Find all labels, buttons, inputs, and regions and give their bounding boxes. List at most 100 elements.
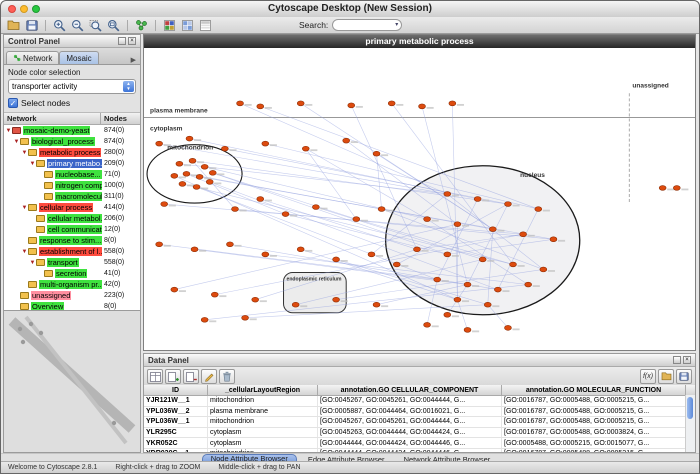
tab-network[interactable]: Network <box>6 51 59 64</box>
network-node[interactable] <box>183 171 190 176</box>
network-node[interactable] <box>302 146 309 151</box>
tree-item[interactable]: ▼cell communicat...12(0) <box>4 224 140 235</box>
network-node[interactable] <box>414 247 421 252</box>
network-node[interactable] <box>262 141 269 146</box>
network-node[interactable] <box>434 277 441 282</box>
tree-item[interactable]: ▼primary metabo...209(0) <box>4 158 140 169</box>
network-node[interactable] <box>209 170 216 175</box>
float-panel-icon[interactable] <box>673 356 681 364</box>
network-node[interactable] <box>489 227 496 232</box>
tree-item[interactable]: ▼biological_process874(0) <box>4 136 140 147</box>
network-node[interactable] <box>353 217 360 222</box>
float-panel-icon[interactable] <box>118 37 126 45</box>
zoom-window-button[interactable] <box>32 5 40 13</box>
network-node[interactable] <box>373 151 380 156</box>
table-row[interactable]: YJR121W__1mitochondrion[GO:0045267, GO:0… <box>144 396 695 407</box>
network-node[interactable] <box>252 297 259 302</box>
close-panel-icon[interactable]: × <box>683 356 691 364</box>
tree-item[interactable]: ▼multi-organism pr...42(0) <box>4 279 140 290</box>
tab-scroll-right-icon[interactable]: ▶ <box>129 56 138 64</box>
network-node[interactable] <box>505 202 512 207</box>
network-node[interactable] <box>171 173 178 178</box>
network-node[interactable] <box>186 136 193 141</box>
network-node[interactable] <box>454 222 461 227</box>
network-node[interactable] <box>535 207 542 212</box>
trash-icon[interactable] <box>219 369 235 384</box>
network-node[interactable] <box>156 141 163 146</box>
network-node[interactable] <box>444 312 451 317</box>
zoom-out-icon[interactable] <box>70 18 85 32</box>
network-node[interactable] <box>232 207 239 212</box>
tree-item[interactable]: ▼secretion41(0) <box>4 268 140 279</box>
node-color-dropdown[interactable]: transporter activity ▲▼ <box>8 79 136 94</box>
window-titlebar[interactable]: Cytoscape Desktop (New Session) <box>1 1 699 18</box>
column-header[interactable]: ID <box>144 385 208 395</box>
network-node[interactable] <box>659 186 666 191</box>
tree-item[interactable]: ▼response to stim...8(0) <box>4 235 140 246</box>
network-node[interactable] <box>176 161 183 166</box>
export-attributes-icon[interactable] <box>676 369 692 384</box>
minimize-window-button[interactable] <box>20 5 28 13</box>
network-node[interactable] <box>368 252 375 257</box>
network-node[interactable] <box>419 104 426 109</box>
network-node[interactable] <box>393 262 400 267</box>
network-node[interactable] <box>464 282 471 287</box>
import-attributes-icon[interactable] <box>658 369 674 384</box>
network-node[interactable] <box>510 262 517 267</box>
tree-item[interactable]: ▼mosaic-demo-yeast874(0) <box>4 125 140 136</box>
expand-arrow-icon[interactable]: ▼ <box>29 260 36 266</box>
network-node[interactable] <box>333 257 340 262</box>
expand-arrow-icon[interactable]: ▼ <box>21 205 28 211</box>
network-node[interactable] <box>226 242 233 247</box>
expand-arrow-icon[interactable]: ▼ <box>5 128 12 134</box>
network-node[interactable] <box>156 242 163 247</box>
network-node[interactable] <box>494 287 501 292</box>
network-node[interactable] <box>257 197 264 202</box>
zoom-selected-icon[interactable] <box>88 18 103 32</box>
network-node[interactable] <box>673 186 680 191</box>
column-header[interactable]: _cellularLayoutRegion <box>208 385 318 395</box>
vertical-scrollbar[interactable] <box>685 395 695 452</box>
tree-item[interactable]: ▼establishment of l...558(0) <box>4 246 140 257</box>
open-session-icon[interactable] <box>6 18 21 32</box>
network-node[interactable] <box>282 212 289 217</box>
network-node[interactable] <box>424 322 431 327</box>
network-view-title[interactable]: primary metabolic process <box>144 35 695 48</box>
delete-attribute-icon[interactable] <box>183 369 199 384</box>
network-canvas[interactable]: plasma membrane cytoplasm mitochondrion … <box>144 48 695 350</box>
birdseye-view[interactable] <box>3 310 141 453</box>
network-node[interactable] <box>297 101 304 106</box>
expand-arrow-icon[interactable]: ▼ <box>21 249 28 255</box>
network-node[interactable] <box>540 267 547 272</box>
expand-arrow-icon[interactable]: ▼ <box>21 150 28 156</box>
network-node[interactable] <box>201 317 208 322</box>
select-nodes-checkbox[interactable]: ✓ <box>8 98 18 108</box>
tree-item[interactable]: ▼unassigned223(0) <box>4 290 140 301</box>
tree-item[interactable]: ▼transport558(0) <box>4 257 140 268</box>
network-node[interactable] <box>444 252 451 257</box>
create-attribute-icon[interactable] <box>165 369 181 384</box>
network-node[interactable] <box>161 202 168 207</box>
vizmapper-grid-icon[interactable] <box>162 18 177 32</box>
network-node[interactable] <box>373 302 380 307</box>
tree-item[interactable]: ▼cellular metabol...206(0) <box>4 213 140 224</box>
close-window-button[interactable] <box>8 5 16 13</box>
network-node[interactable] <box>179 181 186 186</box>
column-header[interactable]: annotation.GO CELLULAR_COMPONENT <box>318 385 502 395</box>
plugin-grid-icon[interactable] <box>198 18 213 32</box>
network-node[interactable] <box>292 302 299 307</box>
network-node[interactable] <box>444 192 451 197</box>
column-header[interactable]: annotation.GO MOLECULAR_FUNCTION <box>502 385 686 395</box>
network-node[interactable] <box>221 146 228 151</box>
network-node[interactable] <box>189 158 196 163</box>
network-node[interactable] <box>333 297 340 302</box>
network-node[interactable] <box>348 103 355 108</box>
network-node[interactable] <box>505 325 512 330</box>
select-attributes-icon[interactable] <box>147 369 163 384</box>
network-overview-icon[interactable] <box>134 18 149 32</box>
zoom-fit-icon[interactable] <box>106 18 121 32</box>
scrollbar-thumb[interactable] <box>687 397 693 419</box>
network-node[interactable] <box>262 252 269 257</box>
network-node[interactable] <box>525 282 532 287</box>
network-node[interactable] <box>484 302 491 307</box>
